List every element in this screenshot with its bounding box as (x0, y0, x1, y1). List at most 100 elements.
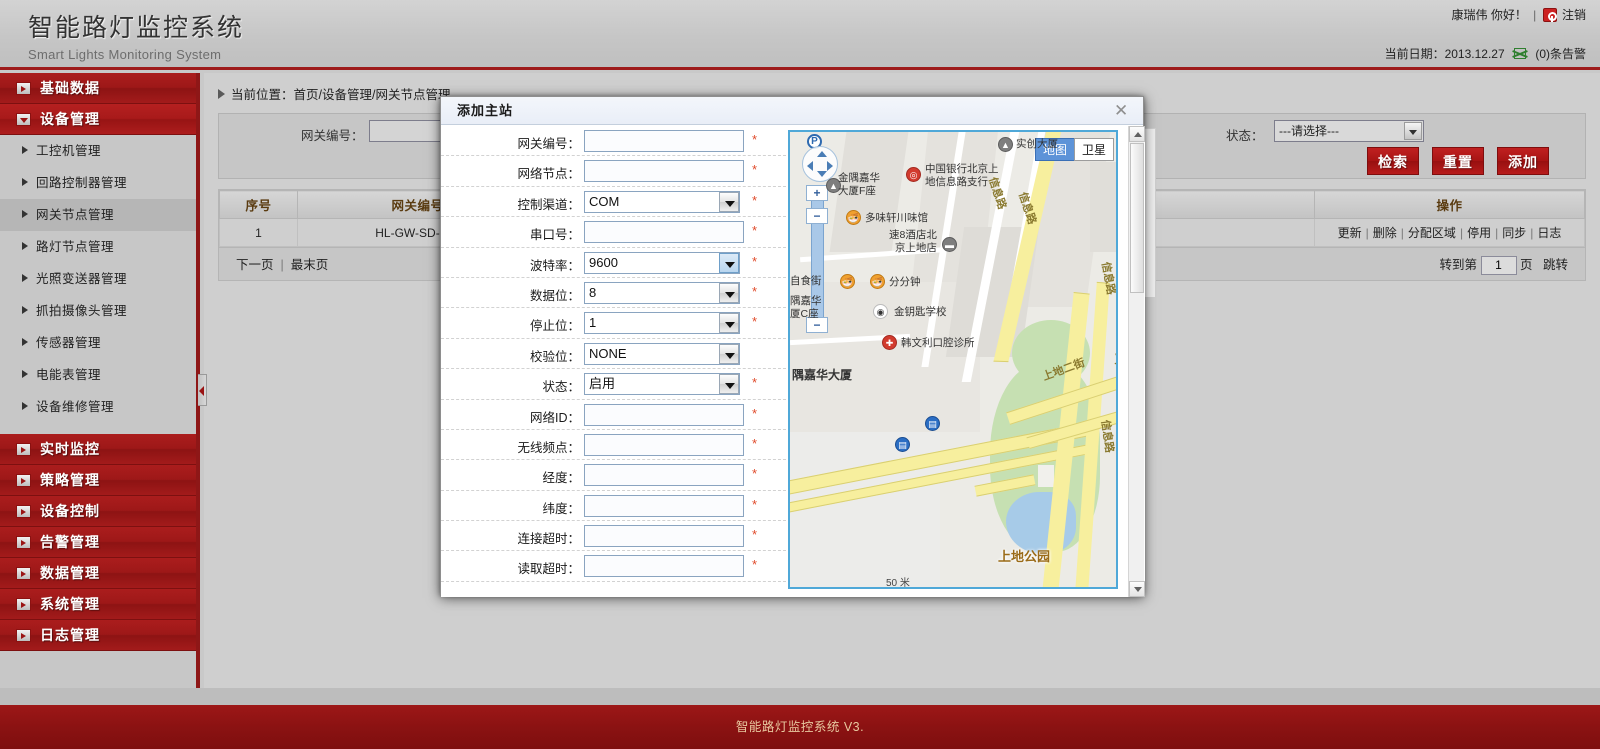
field-row-status: 状态： 启用 * (441, 369, 786, 399)
map-type-satellite-button[interactable]: 卫星 (1074, 138, 1114, 161)
search-button[interactable]: 检索 (1367, 147, 1419, 175)
field-row-stop-bits: 停止位： 1 * (441, 308, 786, 338)
reset-button[interactable]: 重置 (1432, 147, 1484, 175)
op-disable-link[interactable]: 停用 (1467, 226, 1491, 240)
app-title-en: Smart Lights Monitoring System (28, 47, 244, 62)
col-index: 序号 (220, 191, 298, 219)
sidebar-item-streetlight-node[interactable]: 路灯节点管理 (0, 231, 196, 263)
required-marker: * (752, 314, 757, 329)
gateway-no-field[interactable] (584, 130, 744, 152)
control-channel-select[interactable]: COM (584, 191, 740, 213)
status-select[interactable]: ---请选择--- (1274, 120, 1424, 142)
status-select[interactable]: 启用 (584, 373, 740, 395)
jump-button[interactable]: 跳转 (1543, 258, 1568, 272)
sidebar-group-alarm-management[interactable]: 告警管理 (0, 527, 196, 558)
select-value: NONE (585, 344, 739, 364)
sidebar-collapse-handle[interactable] (198, 374, 207, 406)
scroll-up-icon[interactable] (1129, 126, 1145, 142)
chevron-right-icon (16, 443, 31, 456)
sidebar-item-device-maintenance[interactable]: 设备维修管理 (0, 391, 196, 423)
pan-up-icon[interactable] (817, 151, 827, 157)
parity-select[interactable]: NONE (584, 343, 740, 365)
map-label-jinyaoshi: 金钥匙学校 (894, 306, 947, 319)
pan-down-icon[interactable] (817, 171, 827, 177)
sidebar-group-device-control[interactable]: 设备控制 (0, 496, 196, 527)
map-zoom-in-button[interactable]: + (806, 185, 828, 201)
goto-prefix-label: 转到第 (1440, 258, 1478, 272)
wireless-frequency-field[interactable] (584, 434, 744, 456)
field-label: 校验位： (530, 346, 580, 365)
network-id-field[interactable] (584, 404, 744, 426)
sidebar-group-data-management[interactable]: 数据管理 (0, 558, 196, 589)
cell-operations: 更新|删除|分配区域|停用|同步|日志 (1315, 219, 1585, 247)
modal-vertical-scrollbar[interactable] (1128, 126, 1144, 597)
field-label: 波特率： (530, 255, 580, 274)
next-page-link[interactable]: 下一页 (236, 258, 274, 272)
alarm-count-link[interactable]: (0)条告警 (1535, 47, 1586, 61)
scrollbar-thumb[interactable] (1130, 143, 1144, 293)
sidebar-group-realtime-monitor[interactable]: 实时监控 (0, 434, 196, 465)
field-row-latitude: 纬度： * (441, 491, 786, 521)
sidebar-group-system-management[interactable]: 系统管理 (0, 589, 196, 620)
chevron-right-icon (16, 474, 31, 487)
last-page-link[interactable]: 最末页 (291, 258, 329, 272)
page-number-input[interactable] (1481, 256, 1517, 275)
op-log-link[interactable]: 日志 (1537, 226, 1561, 240)
scroll-down-icon[interactable] (1129, 581, 1145, 597)
op-assign-area-link[interactable]: 分配区域 (1408, 226, 1456, 240)
sidebar-item-light-transmitter[interactable]: 光照变送器管理 (0, 263, 196, 295)
sidebar-item-energy-meter[interactable]: 电能表管理 (0, 359, 196, 391)
field-label: 控制渠道： (517, 194, 580, 213)
sidebar-item-capture-camera[interactable]: 抓拍摄像头管理 (0, 295, 196, 327)
sidebar-item-loop-controller[interactable]: 回路控制器管理 (0, 167, 196, 199)
triangle-right-icon (22, 306, 28, 314)
required-marker: * (752, 497, 757, 512)
logout-link[interactable]: 注销 (1562, 8, 1586, 22)
op-sync-link[interactable]: 同步 (1502, 226, 1526, 240)
chevron-right-icon (16, 536, 31, 549)
footer-text: 智能路灯监控系统 V3. (736, 720, 864, 734)
op-delete-link[interactable]: 删除 (1373, 226, 1397, 240)
pan-right-icon[interactable] (827, 161, 833, 171)
field-label: 停止位： (530, 315, 580, 334)
sidebar-group-basic-data[interactable]: 基础数据 (0, 73, 196, 104)
sidebar-item-label: 工控机管理 (36, 144, 101, 158)
longitude-field[interactable] (584, 464, 744, 486)
sidebar-group-log-management[interactable]: 日志管理 (0, 620, 196, 651)
baud-rate-select[interactable]: 9600 (584, 252, 740, 274)
sidebar-item-industrial-pc[interactable]: 工控机管理 (0, 135, 196, 167)
required-marker: * (752, 406, 757, 421)
map-label-food-street: 自食街 (790, 275, 822, 288)
connect-timeout-field[interactable] (584, 525, 744, 547)
sidebar-group-device-management[interactable]: 设备管理 (0, 104, 196, 135)
poi-restaurant-icon: 🍜 (840, 274, 855, 289)
map-pan-control[interactable] (802, 146, 838, 182)
serial-port-field[interactable] (584, 221, 744, 243)
read-timeout-field[interactable] (584, 555, 744, 577)
stop-bits-select[interactable]: 1 (584, 312, 740, 334)
field-row-longitude: 经度： * (441, 460, 786, 490)
op-update-link[interactable]: 更新 (1338, 226, 1362, 240)
map-zoom-level-handle[interactable]: − (806, 208, 828, 224)
chevron-right-icon (16, 82, 31, 95)
sidebar-item-gateway-node[interactable]: 网关节点管理 (0, 199, 196, 231)
chevron-down-icon (719, 192, 739, 212)
poi-building-icon: ▲ (998, 137, 1013, 152)
field-label: 数据位： (530, 285, 580, 304)
location-map[interactable]: 地图卫星 P + − − ▲ 实创大厦 (788, 130, 1118, 589)
chevron-right-icon (16, 567, 31, 580)
add-button[interactable]: 添加 (1497, 147, 1549, 175)
sidebar-group-label: 设备控制 (40, 503, 100, 519)
close-icon[interactable]: ✕ (1114, 105, 1129, 120)
network-node-field[interactable] (584, 160, 744, 182)
data-bits-select[interactable]: 8 (584, 282, 740, 304)
sidebar-group-strategy-management[interactable]: 策略管理 (0, 465, 196, 496)
sidebar-item-label: 设备维修管理 (36, 400, 114, 414)
field-row-wireless-frequency: 无线频点： * (441, 430, 786, 460)
map-canvas[interactable]: 地图卫星 P + − − ▲ 实创大厦 (790, 132, 1118, 589)
sidebar-item-sensor[interactable]: 传感器管理 (0, 327, 196, 359)
required-marker: * (752, 162, 757, 177)
latitude-field[interactable] (584, 495, 744, 517)
pan-left-icon[interactable] (807, 161, 813, 171)
sidebar-group-label: 实时监控 (40, 441, 100, 457)
